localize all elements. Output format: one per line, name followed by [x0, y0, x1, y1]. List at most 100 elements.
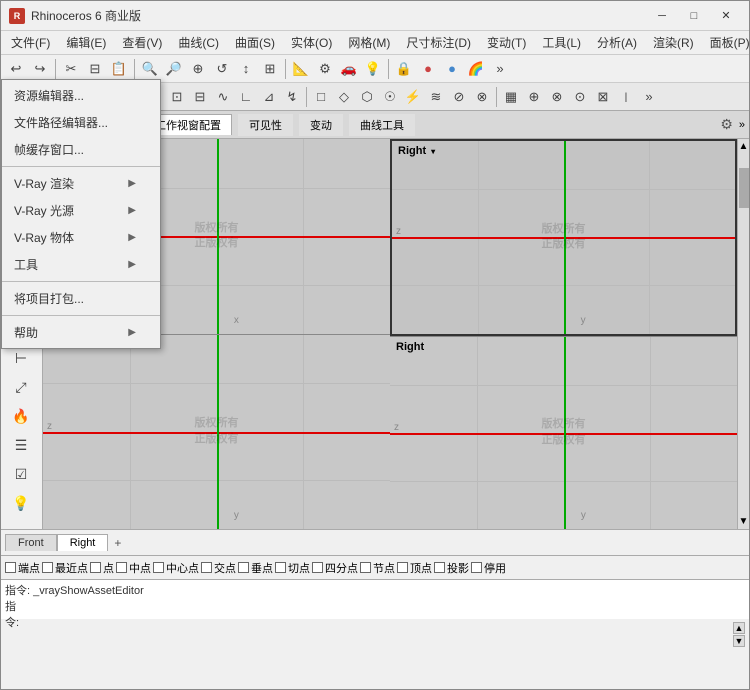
snap-disable-checkbox[interactable]: [471, 562, 482, 573]
command-input[interactable]: [33, 608, 745, 620]
tb-paste[interactable]: 📋: [108, 58, 130, 80]
snap-quadrant[interactable]: 四分点: [312, 560, 358, 576]
tb-frame[interactable]: ⊞: [259, 58, 281, 80]
snap-intersect[interactable]: 交点: [201, 560, 236, 576]
tb2-wave2[interactable]: ≋: [425, 86, 447, 108]
tab-right[interactable]: Right: [57, 534, 109, 551]
tb2-xmark[interactable]: ⊗: [546, 86, 568, 108]
tb-gradient[interactable]: 🌈: [465, 58, 487, 80]
tb-measure[interactable]: 📐: [290, 58, 312, 80]
tb2-minus[interactable]: ⊟: [189, 86, 211, 108]
tb2-angle[interactable]: ∟: [235, 86, 257, 108]
viewport-front-bottom[interactable]: Front y z 版权所有正版权有: [43, 335, 390, 530]
snap-midpoint[interactable]: 中点: [116, 560, 151, 576]
scroll-up-btn[interactable]: ▲: [737, 139, 750, 154]
viewport-right-bottom[interactable]: Right y z 版权所有正版权有: [390, 337, 737, 530]
tb2-x[interactable]: ⊗: [471, 86, 493, 108]
menu-curve[interactable]: 曲线(C): [170, 32, 227, 54]
snap-disable[interactable]: 停用: [471, 560, 506, 576]
view-tab-curve-tools[interactable]: 曲线工具: [349, 114, 415, 136]
menu-help-item[interactable]: 帮助 ▶: [2, 319, 160, 346]
tb2-bolt[interactable]: ↯: [281, 86, 303, 108]
tb2-wave[interactable]: ∿: [212, 86, 234, 108]
tb2-sun[interactable]: ☉: [379, 86, 401, 108]
tb2-dot[interactable]: ⊙: [569, 86, 591, 108]
tab-add-button[interactable]: +: [108, 534, 127, 552]
tb-light[interactable]: 💡: [362, 58, 384, 80]
snap-tangent[interactable]: 切点: [275, 560, 310, 576]
menu-view[interactable]: 查看(V): [114, 32, 170, 54]
snap-knot-checkbox[interactable]: [360, 562, 371, 573]
menu-panel[interactable]: 面板(P): [702, 32, 750, 54]
menu-solid[interactable]: 实体(O): [283, 32, 340, 54]
tb2-sq[interactable]: ⊠: [592, 86, 614, 108]
tb-more[interactable]: »: [489, 58, 511, 80]
snap-tangent-checkbox[interactable]: [275, 562, 286, 573]
side-props[interactable]: ☑: [3, 460, 39, 488]
menu-pack-project[interactable]: 将项目打包...: [2, 285, 160, 312]
view-tab-transform[interactable]: 变动: [299, 114, 343, 136]
cmd-scroll-down[interactable]: ▼: [733, 635, 745, 647]
snap-knot[interactable]: 节点: [360, 560, 395, 576]
tb-extents[interactable]: ↕: [235, 58, 257, 80]
close-button[interactable]: ✕: [711, 6, 741, 26]
menu-edit[interactable]: 编辑(E): [58, 32, 114, 54]
menu-tools-item[interactable]: 工具 ▶: [2, 251, 160, 278]
tb2-more[interactable]: »: [638, 86, 660, 108]
tb2-pipe[interactable]: 〡: [615, 86, 637, 108]
tb-settings[interactable]: ⚙: [314, 58, 336, 80]
menu-analyze[interactable]: 分析(A): [589, 32, 645, 54]
cmd-scroll-up[interactable]: ▲: [733, 622, 745, 634]
tb-undo[interactable]: ↩: [5, 58, 27, 80]
tb2-hex[interactable]: ⬡: [356, 86, 378, 108]
tb-color1[interactable]: ●: [417, 58, 439, 80]
tb-cut[interactable]: ✂: [60, 58, 82, 80]
tb2-box[interactable]: □: [310, 86, 332, 108]
snap-quadrant-checkbox[interactable]: [312, 562, 323, 573]
menu-tools[interactable]: 工具(L): [534, 32, 589, 54]
tb-zoom-in[interactable]: 🔍: [139, 58, 161, 80]
menu-frame-buffer[interactable]: 帧缓存窗口...: [2, 136, 160, 163]
snap-perpendicular[interactable]: 垂点: [238, 560, 273, 576]
tb-zoom-out[interactable]: 🔎: [163, 58, 185, 80]
side-light[interactable]: 💡: [3, 489, 39, 517]
snap-nearest-checkbox[interactable]: [42, 562, 53, 573]
menu-render[interactable]: 渲染(R): [645, 32, 702, 54]
tb2-elec[interactable]: ⚡: [402, 86, 424, 108]
menu-file[interactable]: 文件(F): [3, 32, 58, 54]
snap-endpoint-checkbox[interactable]: [5, 562, 16, 573]
maximize-button[interactable]: □: [679, 6, 709, 26]
scroll-thumb[interactable]: [739, 168, 749, 208]
snap-point[interactable]: 点: [90, 560, 114, 576]
snap-perpendicular-checkbox[interactable]: [238, 562, 249, 573]
snap-center-checkbox[interactable]: [153, 562, 164, 573]
tb-rotate[interactable]: ↺: [211, 58, 233, 80]
minimize-button[interactable]: ─: [647, 6, 677, 26]
menu-vray-render[interactable]: V-Ray 渲染 ▶: [2, 170, 160, 197]
snap-midpoint-checkbox[interactable]: [116, 562, 127, 573]
tb-redo[interactable]: ↪: [29, 58, 51, 80]
tb2-add[interactable]: ⊕: [523, 86, 545, 108]
tb-color2[interactable]: ●: [441, 58, 463, 80]
menu-vray-lights[interactable]: V-Ray 光源 ▶: [2, 197, 160, 224]
tabs-more[interactable]: »: [739, 119, 745, 131]
snap-endpoint[interactable]: 端点: [5, 560, 40, 576]
menu-dim[interactable]: 尺寸标注(D): [398, 32, 479, 54]
snap-vertex[interactable]: 顶点: [397, 560, 432, 576]
side-layer[interactable]: ☰: [3, 431, 39, 459]
scroll-down-btn[interactable]: ▼: [737, 514, 750, 529]
side-fire[interactable]: 🔥: [3, 402, 39, 430]
tb2-grid[interactable]: ▦: [500, 86, 522, 108]
tb2-diamond[interactable]: ◇: [333, 86, 355, 108]
snap-project-checkbox[interactable]: [434, 562, 445, 573]
tb-pan[interactable]: ⊕: [187, 58, 209, 80]
tb2-slash[interactable]: ⊘: [448, 86, 470, 108]
tb-car[interactable]: 🚗: [338, 58, 360, 80]
snap-intersect-checkbox[interactable]: [201, 562, 212, 573]
menu-vray-objects[interactable]: V-Ray 物体 ▶: [2, 224, 160, 251]
gear-icon[interactable]: ⚙: [720, 116, 733, 133]
viewport-right-top[interactable]: Right ▾ y z 版权所有正版权有: [390, 139, 737, 336]
command-prompt-line[interactable]: 指令:: [5, 598, 745, 630]
vertical-scrollbar[interactable]: ▲ ▼: [737, 139, 749, 529]
menu-surface[interactable]: 曲面(S): [227, 32, 283, 54]
